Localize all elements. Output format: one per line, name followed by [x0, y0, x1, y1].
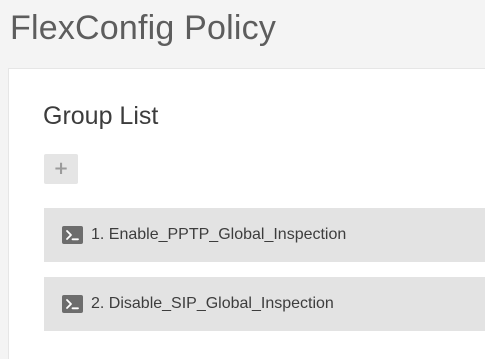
group-list-heading: Group List — [43, 102, 159, 130]
page-title: FlexConfig Policy — [10, 9, 277, 47]
terminal-icon — [62, 226, 83, 244]
group-list-item[interactable]: 2. Disable_SIP_Global_Inspection — [44, 277, 485, 331]
add-group-button[interactable]: + — [44, 154, 78, 184]
group-list-item[interactable]: 1. Enable_PPTP_Global_Inspection — [44, 208, 485, 262]
group-item-label: 2. Disable_SIP_Global_Inspection — [91, 295, 334, 312]
group-list-panel: Group List + 1. Enable_PPTP_Global_Inspe… — [8, 68, 485, 359]
group-item-label: 1. Enable_PPTP_Global_Inspection — [91, 226, 347, 243]
terminal-icon — [62, 295, 83, 313]
